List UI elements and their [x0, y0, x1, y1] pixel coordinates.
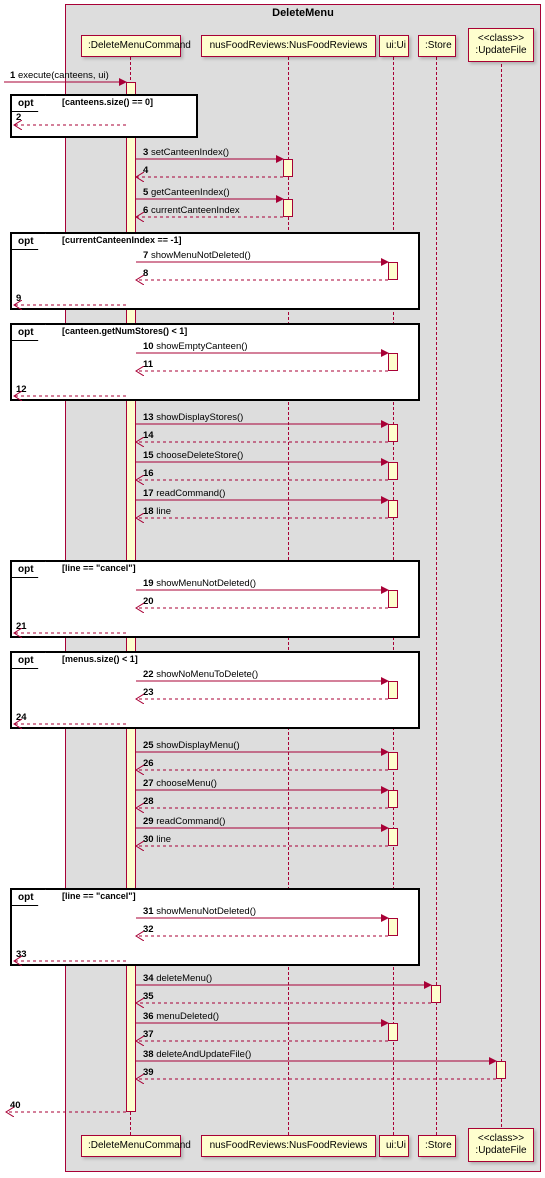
msg-2: 2 [16, 112, 21, 123]
participant-cmd-bottom: :DeleteMenuCommand [81, 1135, 181, 1157]
msg-3: 3 setCanteenIndex() [143, 147, 229, 158]
msg-12: 12 [16, 384, 27, 395]
msg-8: 8 [143, 268, 148, 279]
participant-uf-bottom: <<class>> :UpdateFile [468, 1128, 534, 1162]
participant-store-top: :Store [418, 35, 456, 57]
guard-3: [canteen.getNumStores() < 1] [62, 326, 187, 336]
msg-14: 14 [143, 430, 154, 441]
msg-39: 39 [143, 1067, 154, 1078]
msg-33: 33 [16, 949, 27, 960]
msg-35: 35 [143, 991, 154, 1002]
msg-10: 10 showEmptyCanteen() [143, 341, 248, 352]
msg-4: 4 [143, 165, 148, 176]
activation-store-1 [431, 985, 441, 1003]
activation-nfr-1 [283, 159, 293, 177]
guard-4: [line == "cancel"] [62, 563, 136, 573]
msg-5: 5 getCanteenIndex() [143, 187, 230, 198]
msg-34: 34 deleteMenu() [143, 973, 212, 984]
guard-2: [currentCanteenIndex == -1] [62, 235, 182, 245]
msg-26: 26 [143, 758, 154, 769]
msg-25: 25 showDisplayMenu() [143, 740, 240, 751]
msg-17: 17 readCommand() [143, 488, 225, 499]
msg-22: 22 showNoMenuToDelete() [143, 669, 258, 680]
msg-15: 15 chooseDeleteStore() [143, 450, 243, 461]
lifeline-store [436, 57, 437, 1135]
guard-1: [canteens.size() == 0] [62, 97, 153, 107]
msg-21: 21 [16, 621, 27, 632]
participant-store-bottom: :Store [418, 1135, 456, 1157]
msg-29: 29 readCommand() [143, 816, 225, 827]
msg-27: 27 chooseMenu() [143, 778, 217, 789]
activation-ui-12 [388, 1023, 398, 1041]
msg-38: 38 deleteAndUpdateFile() [143, 1049, 251, 1060]
guard-5: [menus.size() < 1] [62, 654, 138, 664]
activation-ui-2 [388, 353, 398, 371]
activation-uf-1 [496, 1061, 506, 1079]
msg-28: 28 [143, 796, 154, 807]
participant-name: :UpdateFile [475, 45, 526, 56]
diagram-title: DeleteMenu [65, 4, 541, 22]
stereotype: <<class>> [478, 1133, 524, 1144]
activation-ui-4 [388, 462, 398, 480]
lifeline-updatefile [501, 64, 502, 1132]
msg-13: 13 showDisplayStores() [143, 412, 243, 423]
msg-32: 32 [143, 924, 154, 935]
msg-36: 36 menuDeleted() [143, 1011, 219, 1022]
msg-7: 7 showMenuNotDeleted() [143, 250, 251, 261]
participant-ui-bottom: ui:Ui [379, 1135, 409, 1157]
msg-18: 18 line [143, 506, 171, 517]
msg-37: 37 [143, 1029, 154, 1040]
activation-ui-7 [388, 681, 398, 699]
participant-cmd-top: :DeleteMenuCommand [81, 35, 181, 57]
msg-9: 9 [16, 293, 21, 304]
activation-nfr-2 [283, 199, 293, 217]
activation-ui-11 [388, 918, 398, 936]
msg-23: 23 [143, 687, 154, 698]
msg-20: 20 [143, 596, 154, 607]
activation-ui-3 [388, 424, 398, 442]
msg-24: 24 [16, 712, 27, 723]
msg-1: 1 execute(canteens, ui) [10, 70, 109, 81]
participant-uf-top: <<class>> :UpdateFile [468, 28, 534, 62]
activation-ui-8 [388, 752, 398, 770]
msg-16: 16 [143, 468, 154, 479]
activation-ui-5 [388, 500, 398, 518]
sequence-diagram: DeleteMenu :DeleteMenuCommand nusFoodRev… [2, 2, 543, 1176]
msg-11: 11 [143, 359, 153, 370]
activation-ui-10 [388, 828, 398, 846]
msg-19: 19 showMenuNotDeleted() [143, 578, 256, 589]
guard-6: [line == "cancel"] [62, 891, 136, 901]
stereotype: <<class>> [478, 33, 524, 44]
msg-6: 6 currentCanteenIndex [143, 205, 240, 216]
activation-ui-6 [388, 590, 398, 608]
activation-ui-9 [388, 790, 398, 808]
participant-nfr-top: nusFoodReviews:NusFoodReviews [201, 35, 376, 57]
participant-nfr-bottom: nusFoodReviews:NusFoodReviews [201, 1135, 376, 1157]
msg-31: 31 showMenuNotDeleted() [143, 906, 256, 917]
activation-ui-1 [388, 262, 398, 280]
participant-ui-top: ui:Ui [379, 35, 409, 57]
participant-name: :UpdateFile [475, 1145, 526, 1156]
msg-30: 30 line [143, 834, 171, 845]
msg-40: 40 [10, 1100, 21, 1111]
